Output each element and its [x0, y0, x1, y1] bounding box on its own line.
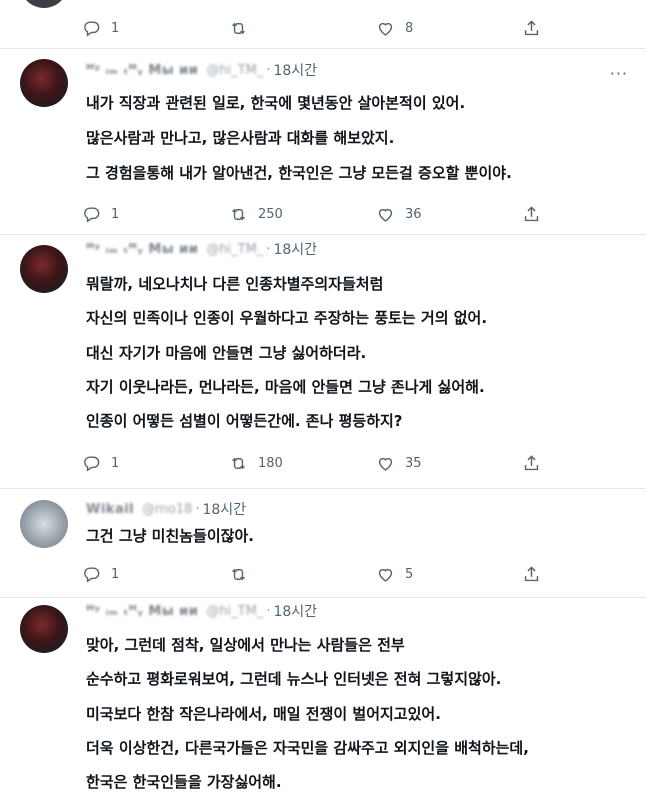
- timestamp[interactable]: 18시간: [273, 601, 317, 621]
- reply-icon: [82, 565, 101, 584]
- reply-icon: [82, 19, 101, 38]
- tweet[interactable]: ᴹʸ ᵢₘ ₜᴹᵧ Mы ии @hi_TM_ · 18시간 ··· 내가 직장…: [0, 49, 646, 234]
- tweet[interactable]: Wikail @mo18 · 18시간 그건 그냥 미친놈들이잖아. 1 5: [0, 489, 646, 597]
- reply-button[interactable]: 1: [82, 205, 119, 224]
- retweet-button[interactable]: [229, 565, 258, 584]
- share-icon: [522, 565, 541, 584]
- retweet-icon: [229, 19, 248, 38]
- tweet[interactable]: ᴹʸ ᵢₘ ₜᴹᵧ Mы ии @hi_TM_ · 18시간 뭐랄까, 네오나치…: [0, 235, 646, 488]
- tweet-text-line: 뭐랄까, 네오나치나 다른 인종차별주의자들처럼: [86, 275, 384, 293]
- action-bar: 1 8: [82, 19, 552, 41]
- tweet-text-line: 그 경험을통해 내가 알아낸건, 한국인은 그냥 모든걸 증오할 뿐이야.: [86, 164, 512, 182]
- tweet[interactable]: ᴹʸ ᵢₘ ₜᴹᵧ Mы ии @hi_TM_ · 18시간 맞아, 그런데 점…: [0, 598, 646, 800]
- heart-icon: [376, 565, 395, 584]
- tweet-text-line: 맞아, 그런데 점착, 일상에서 만나는 사람들은 전부: [86, 636, 405, 654]
- heart-icon: [376, 205, 395, 224]
- user-handle[interactable]: @hi_TM_: [206, 242, 263, 257]
- user-handle[interactable]: @hi_TM_: [206, 604, 263, 619]
- user-handle[interactable]: @hi_TM_: [206, 63, 263, 78]
- tweet-text-line: 자기 이웃나라든, 먼나라든, 마음에 안들면 그냥 존나게 싫어해.: [86, 378, 485, 396]
- share-button[interactable]: [522, 565, 541, 588]
- share-button[interactable]: [522, 454, 541, 477]
- display-name[interactable]: Wikail: [86, 502, 134, 517]
- reply-button[interactable]: 1: [82, 454, 119, 473]
- tweet-header: ᴹʸ ᵢₘ ₜᴹᵧ Mы ии @hi_TM_ · 18시간: [86, 60, 317, 80]
- like-count: 5: [405, 567, 414, 582]
- like-count: 8: [405, 21, 414, 36]
- retweet-button[interactable]: 250: [229, 205, 283, 224]
- heart-icon: [376, 454, 395, 473]
- retweet-icon: [229, 454, 248, 473]
- display-name[interactable]: ᴹʸ ᵢₘ ₜᴹᵧ Mы ии: [86, 242, 198, 257]
- reply-count: 1: [111, 21, 120, 36]
- share-icon: [522, 205, 541, 224]
- reply-count: 1: [111, 456, 120, 471]
- tweet-text-line: 한국은 한국인들을 가장싫어해.: [86, 773, 282, 791]
- avatar[interactable]: [20, 605, 68, 653]
- action-bar: 1 180 35: [82, 454, 552, 476]
- tweet-header: Wikail @mo18 · 18시간: [86, 499, 246, 519]
- tweet-partial-top: 1 8: [0, 0, 646, 40]
- tweet-header: ᴹʸ ᵢₘ ₜᴹᵧ Mы ии @hi_TM_ · 18시간: [86, 601, 317, 621]
- heart-icon: [376, 19, 395, 38]
- avatar[interactable]: [20, 245, 68, 293]
- reply-button[interactable]: 1: [82, 565, 119, 584]
- reply-icon: [82, 205, 101, 224]
- share-button[interactable]: [522, 19, 541, 42]
- like-count: 36: [405, 207, 422, 222]
- retweet-count: 180: [258, 456, 283, 471]
- like-button[interactable]: 35: [376, 454, 422, 473]
- user-handle[interactable]: @mo18: [142, 502, 192, 517]
- tweet-text-line: 많은사람과 만나고, 많은사람과 대화를 해보았지.: [86, 129, 395, 147]
- like-button[interactable]: 8: [376, 19, 413, 38]
- reply-icon: [82, 454, 101, 473]
- like-button[interactable]: 36: [376, 205, 422, 224]
- reply-count: 1: [111, 207, 120, 222]
- timestamp[interactable]: 18시간: [273, 239, 317, 259]
- action-bar: 1 250 36: [82, 205, 552, 227]
- like-count: 35: [405, 456, 422, 471]
- display-name[interactable]: ᴹʸ ᵢₘ ₜᴹᵧ Mы ии: [86, 604, 198, 619]
- retweet-count: 250: [258, 207, 283, 222]
- tweet-text-line: 순수하고 평화로워보여, 그런데 뉴스나 인터넷은 전혀 그렇지않아.: [86, 670, 502, 688]
- tweet-text-line: 내가 직장과 관련된 일로, 한국에 몇년동안 살아본적이 있어.: [86, 94, 466, 112]
- share-icon: [522, 454, 541, 473]
- timestamp[interactable]: 18시간: [202, 499, 246, 519]
- like-button[interactable]: 5: [376, 565, 413, 584]
- retweet-button[interactable]: [229, 19, 258, 38]
- tweet-text-line: 그건 그냥 미친놈들이잖아.: [86, 527, 254, 545]
- timestamp[interactable]: 18시간: [273, 60, 317, 80]
- tweet-text-line: 인종이 어떻든 섬별이 어떻든간에. 존나 평등하지?: [86, 412, 403, 430]
- display-name[interactable]: ᴹʸ ᵢₘ ₜᴹᵧ Mы ии: [86, 63, 198, 78]
- share-button[interactable]: [522, 205, 541, 228]
- tweet-text-line: 더욱 이상한건, 다른국가들은 자국민을 감싸주고 외지인을 배척하는데,: [86, 739, 529, 757]
- tweet-header: ᴹʸ ᵢₘ ₜᴹᵧ Mы ии @hi_TM_ · 18시간: [86, 239, 317, 259]
- avatar[interactable]: [20, 59, 68, 107]
- avatar[interactable]: [20, 0, 68, 8]
- retweet-button[interactable]: 180: [229, 454, 283, 473]
- tweet-text-line: 대신 자기가 마음에 안들면 그냥 싫어하더라.: [86, 344, 367, 362]
- tweet-text-line: 미국보다 한참 작은나라에서, 매일 전쟁이 벌어지고있어.: [86, 705, 441, 723]
- retweet-icon: [229, 565, 248, 584]
- reply-button[interactable]: 1: [82, 19, 119, 38]
- reply-count: 1: [111, 567, 120, 582]
- avatar[interactable]: [20, 500, 68, 548]
- tweet-text-line: 자신의 민족이나 인종이 우월하다고 주장하는 풍토는 거의 없어.: [86, 309, 488, 327]
- more-icon[interactable]: ···: [610, 66, 628, 82]
- retweet-icon: [229, 205, 248, 224]
- share-icon: [522, 19, 541, 38]
- action-bar: 1 5: [82, 565, 552, 587]
